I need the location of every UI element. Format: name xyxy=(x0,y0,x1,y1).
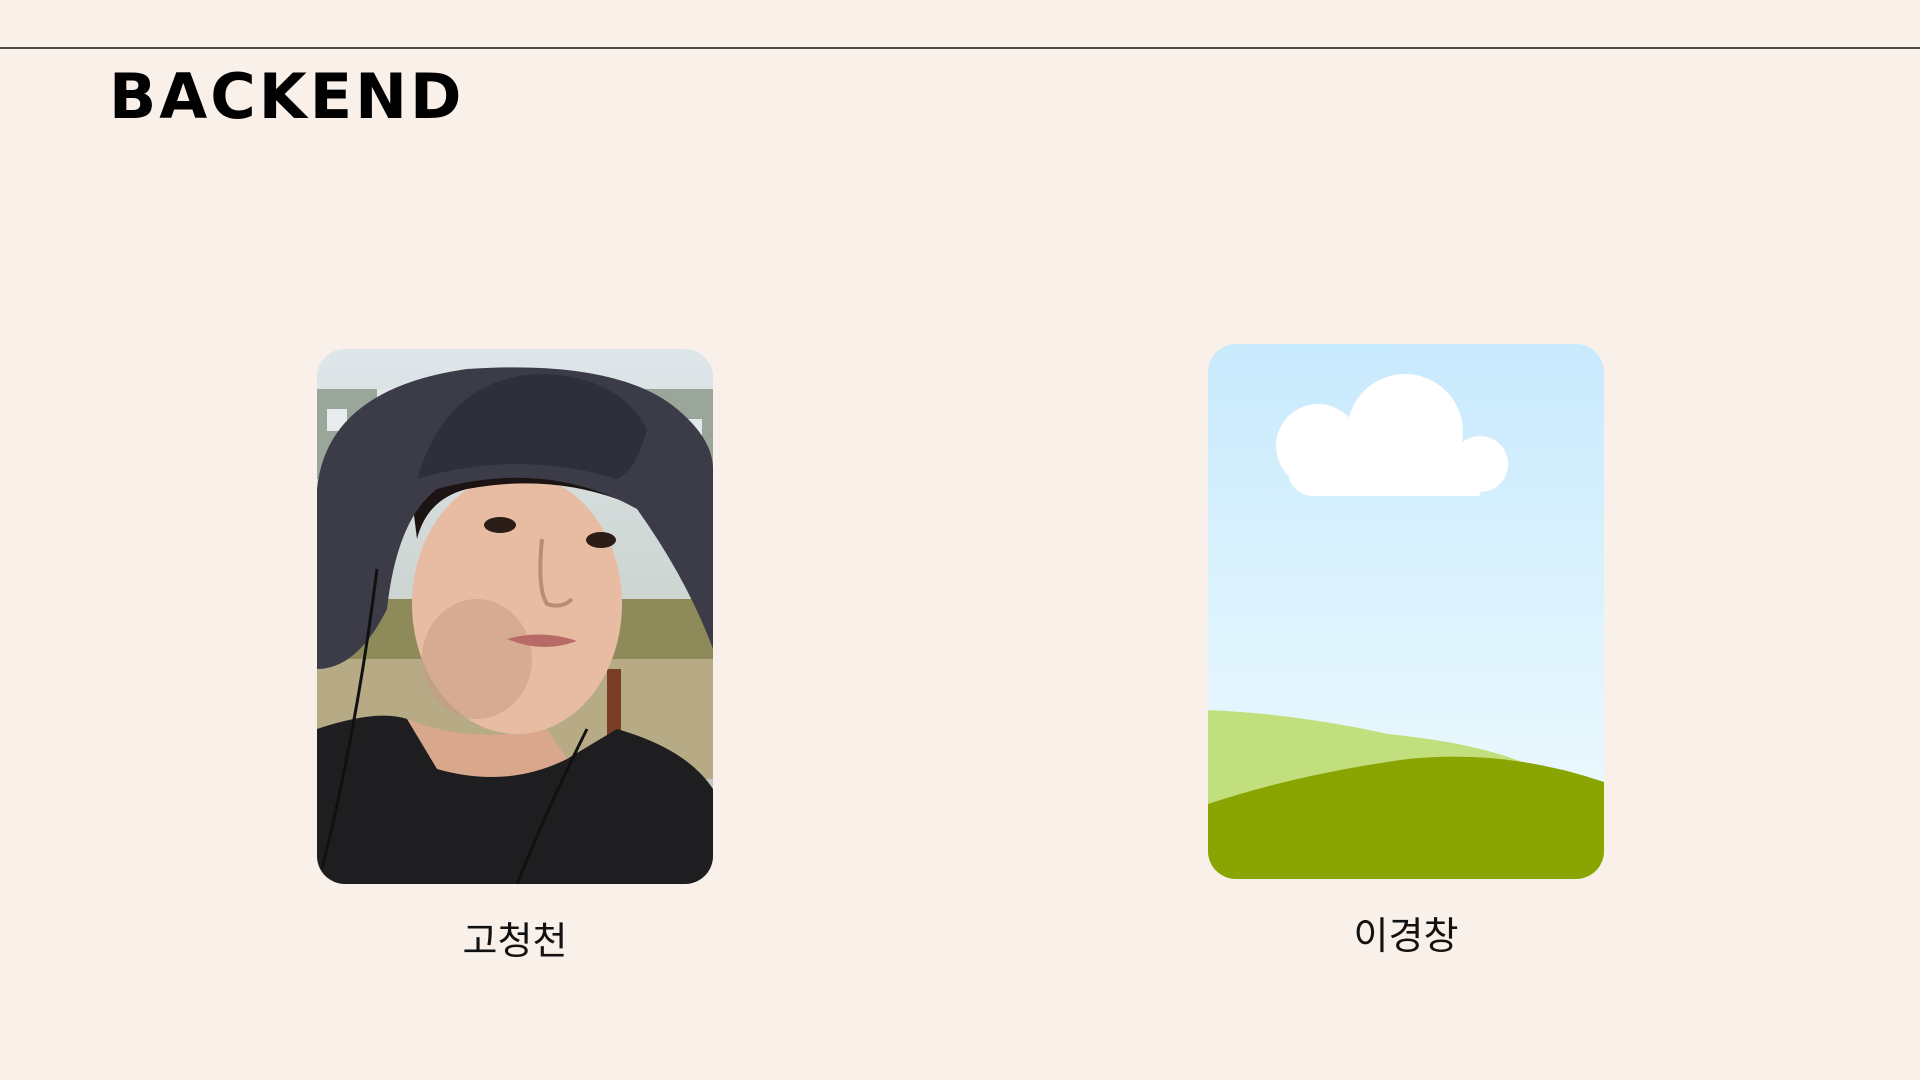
member-photo xyxy=(317,349,713,884)
section-title: BACKEND xyxy=(109,60,465,133)
member-name: 고청천 xyxy=(462,919,568,963)
member-photo-placeholder xyxy=(1208,344,1604,879)
member-name: 이경창 xyxy=(1353,914,1459,958)
top-divider xyxy=(0,47,1920,49)
member-card: 고청천 xyxy=(317,349,713,960)
member-card: 이경창 xyxy=(1208,344,1604,955)
